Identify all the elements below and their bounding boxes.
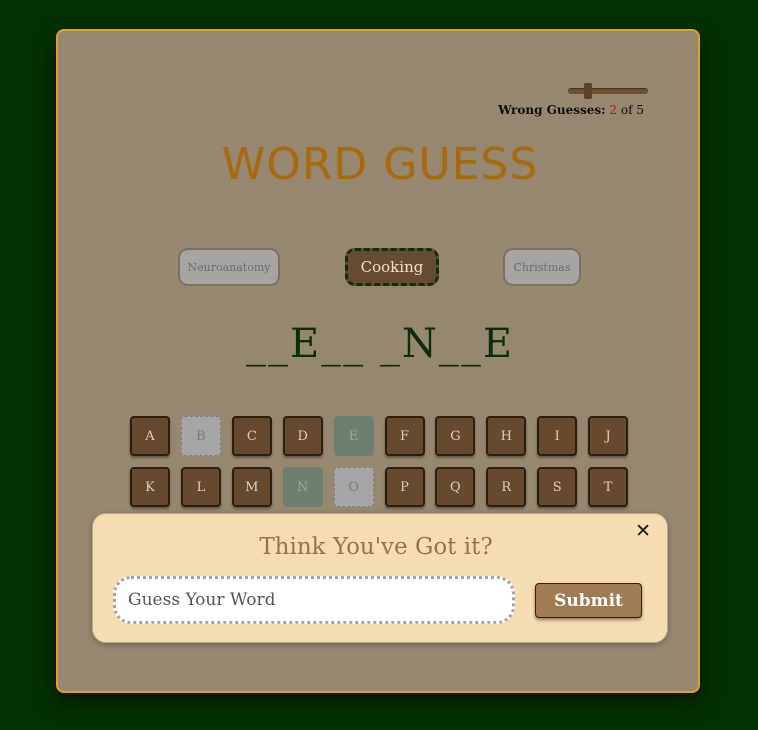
word-display: __E__ _N__E bbox=[245, 321, 515, 367]
key-d[interactable]: D bbox=[282, 416, 323, 456]
wrong-guess-total: of 5 bbox=[620, 103, 644, 117]
guess-popup: ✕ Think You've Got it? Submit bbox=[92, 513, 668, 643]
key-m[interactable]: M bbox=[231, 467, 272, 507]
category-cooking-button[interactable]: Cooking bbox=[345, 248, 439, 286]
popup-title: Think You've Got it? bbox=[259, 534, 493, 560]
key-h[interactable]: H bbox=[486, 416, 527, 456]
game-title: WORD GUESS bbox=[221, 139, 539, 190]
game-panel: Wrong Guesses: 2 of 5 WORD GUESS Neuroan… bbox=[56, 29, 700, 693]
key-o: O bbox=[333, 467, 374, 507]
guess-input[interactable] bbox=[113, 576, 515, 624]
key-g[interactable]: G bbox=[435, 416, 476, 456]
key-i[interactable]: I bbox=[537, 416, 578, 456]
key-r[interactable]: R bbox=[486, 467, 527, 507]
key-l[interactable]: L bbox=[180, 467, 221, 507]
key-p[interactable]: P bbox=[384, 467, 425, 507]
key-j[interactable]: J bbox=[588, 416, 629, 456]
wrong-guess-label: Wrong Guesses: bbox=[498, 103, 606, 117]
submit-button[interactable]: Submit bbox=[535, 583, 642, 618]
meter-track bbox=[568, 88, 648, 94]
wrong-guess-counter: Wrong Guesses: 2 of 5 bbox=[498, 103, 644, 117]
key-b: B bbox=[180, 416, 221, 456]
key-n: N bbox=[282, 467, 323, 507]
key-s[interactable]: S bbox=[537, 467, 578, 507]
wrong-guess-count: 2 bbox=[609, 103, 618, 117]
wrong-guess-meter bbox=[568, 83, 650, 99]
key-c[interactable]: C bbox=[231, 416, 272, 456]
key-k[interactable]: K bbox=[130, 467, 170, 507]
key-t[interactable]: T bbox=[588, 467, 629, 507]
key-a[interactable]: A bbox=[130, 416, 170, 456]
category-christmas-button[interactable]: Christmas bbox=[503, 248, 581, 286]
category-neuroanatomy-button[interactable]: Neuroanatomy bbox=[178, 248, 280, 286]
key-q[interactable]: Q bbox=[435, 467, 476, 507]
meter-indicator bbox=[584, 83, 592, 99]
key-e: E bbox=[333, 416, 374, 456]
key-f[interactable]: F bbox=[384, 416, 425, 456]
